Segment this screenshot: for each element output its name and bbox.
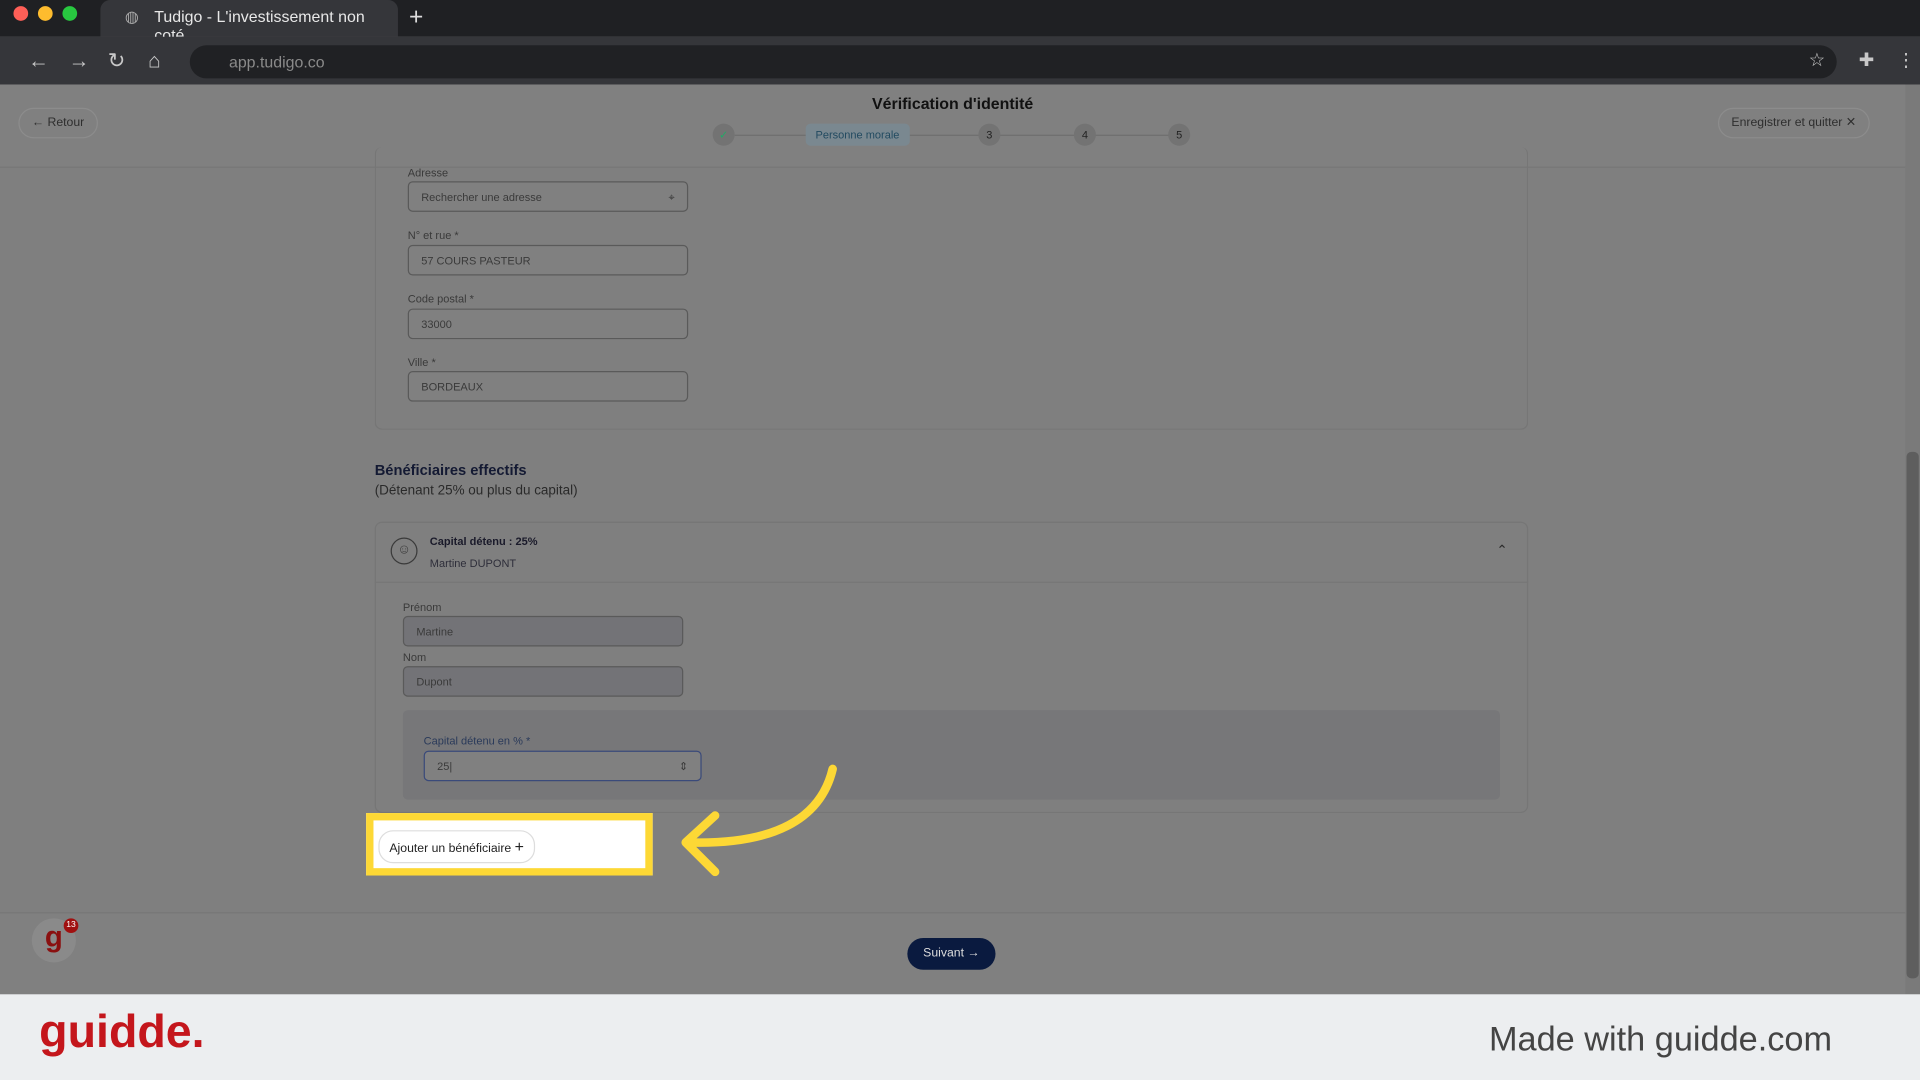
step-2-active: Personne morale (805, 123, 910, 146)
next-button[interactable]: Suivant → (907, 937, 996, 970)
menu-icon[interactable]: ⋮ (1897, 49, 1915, 71)
adresse-label: Adresse (407, 166, 449, 179)
globe-icon: ◍ (124, 7, 139, 26)
browser-tab[interactable]: Tudigo - L'investissement non coté (100, 0, 398, 44)
beneficiary-name: Martine DUPONT (429, 557, 517, 570)
step-1-done: ✓ (712, 123, 735, 146)
section-subtitle: (Détenant 25% ou plus du capital) (374, 483, 578, 499)
save-quit-label: Enregistrer et quitter (1731, 116, 1843, 130)
user-avatar-icon: ☺ (390, 537, 418, 565)
capital-label: Capital détenu en % * (423, 734, 531, 747)
postal-code-input[interactable]: 33000 (407, 308, 689, 340)
beneficiary-card-header[interactable] (374, 522, 1529, 583)
capital-summary: Capital détenu : 25% (429, 535, 538, 548)
city-input[interactable]: BORDEAUX (407, 371, 689, 402)
extensions-icon[interactable]: ✚ (1859, 49, 1874, 71)
scrollbar[interactable] (1905, 84, 1920, 995)
prenom-label: Prénom (402, 601, 442, 614)
nom-label: Nom (402, 651, 427, 664)
url-text: app.tudigo.co (228, 52, 325, 72)
capital-value: 25 (437, 760, 450, 773)
notification-badge: 13 (63, 918, 79, 934)
rue-label: N° et rue * (407, 228, 459, 242)
next-label: Suivant (923, 946, 965, 961)
add-beneficiary-button[interactable]: Ajouter un bénéficiaire + (378, 830, 535, 864)
prenom-input[interactable]: Martine (402, 615, 684, 647)
new-tab-button[interactable]: + (409, 4, 423, 32)
home-icon[interactable]: ⌂ (148, 49, 161, 73)
street-input[interactable]: 57 COURS PASTEUR (407, 244, 689, 276)
step-4: 4 (1073, 123, 1096, 146)
made-with-text: Made with guidde.com (1488, 1020, 1833, 1058)
close-window-button[interactable] (13, 6, 29, 21)
minimize-window-button[interactable] (37, 6, 53, 21)
forward-icon[interactable]: → (69, 49, 90, 73)
placeholder: Rechercher une adresse (421, 191, 542, 204)
add-label: Ajouter un bénéficiaire (389, 842, 512, 856)
plus-icon: + (514, 837, 524, 856)
maximize-window-button[interactable] (62, 6, 78, 21)
save-quit-button[interactable]: Enregistrer et quitter ✕ (1717, 107, 1870, 139)
back-label: Retour (47, 116, 85, 130)
step-5: 5 (1168, 123, 1191, 146)
guidde-logo: guidde. (39, 1006, 205, 1058)
capital-percent-input[interactable]: 25| ⇕ (423, 750, 702, 782)
step-3: 3 (978, 123, 1001, 146)
back-icon[interactable]: ← (28, 49, 49, 73)
address-search-input[interactable]: Rechercher une adresse ⌖ (407, 181, 689, 212)
nom-input[interactable]: Dupont (402, 666, 684, 697)
address-bar[interactable]: app.tudigo.co (189, 45, 1837, 79)
location-pin-icon: ⌖ (668, 191, 675, 204)
cp-label: Code postal * (407, 292, 474, 305)
chevron-up-icon[interactable]: ⌃ (1496, 542, 1507, 559)
scrollbar-thumb[interactable] (1906, 451, 1919, 979)
star-icon[interactable]: ☆ (1809, 49, 1825, 71)
section-title: Bénéficiaires effectifs (374, 461, 527, 479)
stepper-line (734, 134, 1176, 136)
arrow-pointer-icon (681, 764, 837, 877)
page-title: Vérification d'identité (872, 94, 1034, 113)
reload-icon[interactable]: ↻ (108, 49, 125, 73)
ville-label: Ville * (407, 356, 436, 369)
